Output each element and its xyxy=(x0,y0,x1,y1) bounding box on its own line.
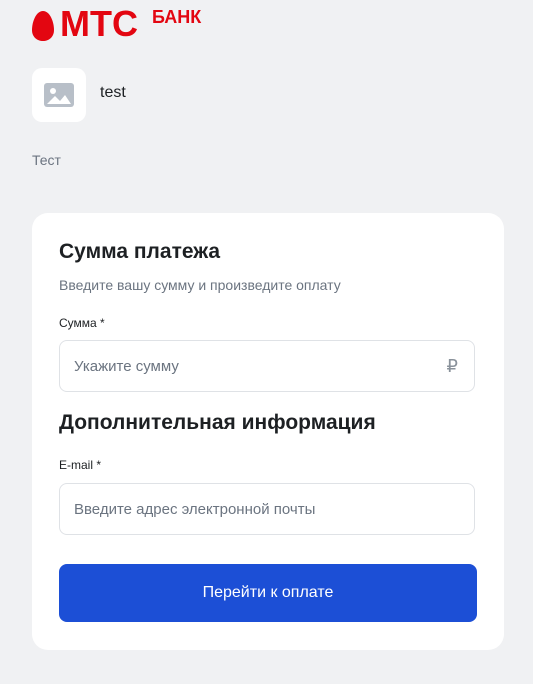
email-field[interactable] xyxy=(74,500,460,518)
merchant-description: Тест xyxy=(32,152,61,168)
payment-subtitle: Введите вашу сумму и произведите оплату xyxy=(59,277,341,293)
brand-suffix: БАНК xyxy=(151,7,202,27)
brand-name: МТС xyxy=(60,3,138,44)
amount-label: Сумма * xyxy=(59,316,105,330)
extra-info-title: Дополнительная информация xyxy=(59,411,376,434)
merchant-header: test xyxy=(32,68,126,122)
email-field-wrapper xyxy=(59,483,475,535)
mts-bank-logo: МТС БАНК xyxy=(32,6,201,42)
email-label: E-mail * xyxy=(59,458,102,472)
merchant-avatar xyxy=(32,68,86,122)
payment-card: Сумма платежа Введите вашу сумму и произ… xyxy=(32,213,504,650)
proceed-to-payment-button[interactable]: Перейти к оплате xyxy=(59,564,477,622)
amount-field: ₽ xyxy=(59,340,475,392)
image-placeholder-icon xyxy=(44,83,74,107)
mts-egg-icon xyxy=(32,11,54,41)
amount-input[interactable] xyxy=(74,357,439,375)
merchant-name: test xyxy=(100,84,126,101)
ruble-icon: ₽ xyxy=(446,355,458,376)
payment-title: Сумма платежа xyxy=(59,240,221,263)
